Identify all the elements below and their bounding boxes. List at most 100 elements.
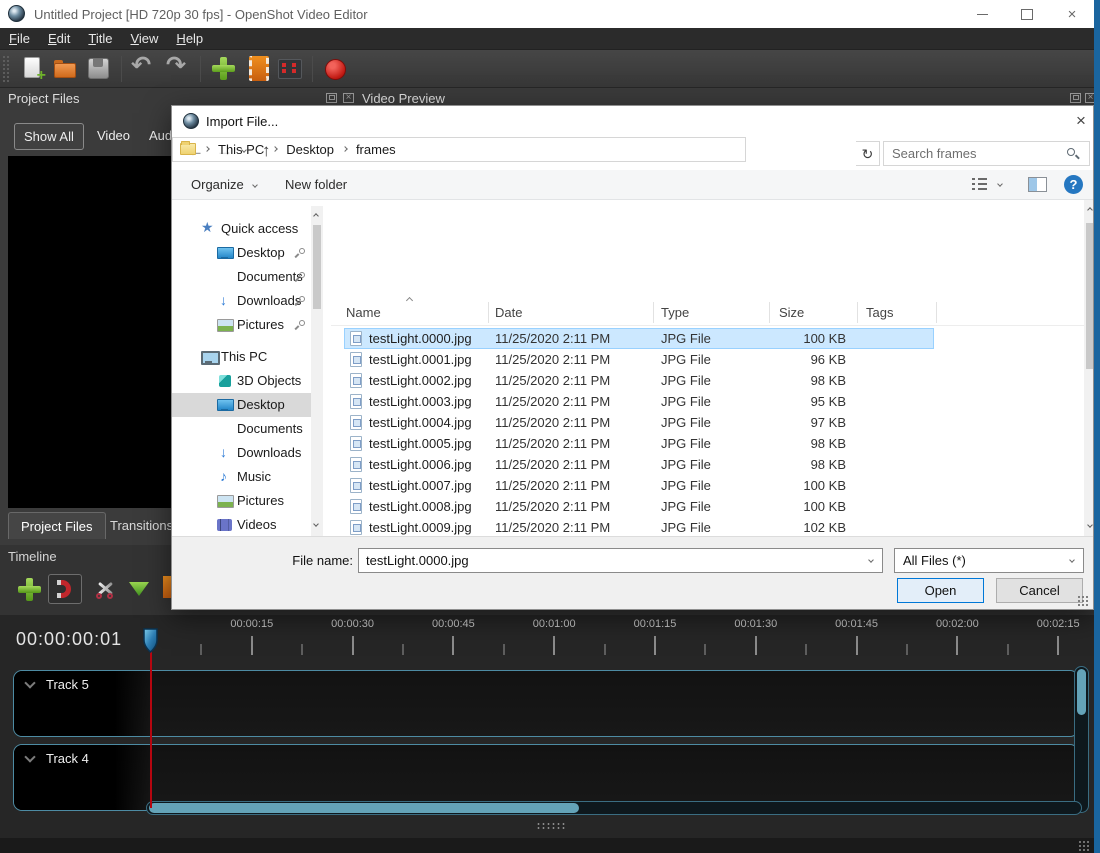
search-box[interactable] (883, 141, 1090, 166)
sidebar-item-downloads[interactable]: Downloads (172, 289, 311, 313)
file-list-scrollbar-thumb[interactable] (1086, 223, 1093, 369)
sidebar-item-pictures[interactable]: Pictures (172, 313, 311, 337)
column-header-type[interactable]: Type (661, 305, 689, 320)
sidebar-item-this-pc[interactable]: This PC (172, 345, 311, 369)
tab-transitions[interactable]: Transitions (98, 512, 171, 539)
import-files-button[interactable] (210, 55, 237, 82)
export-video-button[interactable] (322, 55, 349, 82)
file-name-input[interactable] (366, 550, 856, 571)
sidebar-item-3d-objects[interactable]: 3D Objects (172, 369, 311, 393)
vertical-scrollbar-thumb[interactable] (1077, 669, 1086, 715)
timeline-vertical-scrollbar[interactable] (1074, 666, 1089, 813)
scroll-up-icon[interactable] (1087, 207, 1093, 213)
sidebar-item-quick-access[interactable]: Quick access (172, 217, 311, 241)
column-header-size[interactable]: Size (779, 305, 804, 320)
timeline-horizontal-scrollbar[interactable] (146, 801, 1082, 815)
breadcrumb-segment[interactable]: This PC (212, 142, 270, 157)
file-row[interactable]: testLight.0003.jpg11/25/2020 2:11 PMJPG … (331, 391, 1084, 412)
file-list-scrollbar[interactable] (1084, 200, 1093, 536)
file-row[interactable]: testLight.0000.jpg11/25/2020 2:11 PMJPG … (331, 328, 1084, 349)
refresh-button[interactable]: ↻ (856, 141, 880, 166)
scroll-down-icon[interactable] (313, 521, 319, 527)
menu-file[interactable]: File (0, 28, 39, 50)
sidebar-scrollbar[interactable] (311, 206, 323, 536)
open-button[interactable]: Open (897, 578, 984, 603)
add-track-button[interactable] (12, 574, 46, 604)
change-view-icon[interactable] (972, 178, 987, 191)
dialog-resize-grip[interactable] (1077, 595, 1089, 607)
filter-audio-button[interactable]: Audio (140, 123, 171, 148)
close-button[interactable]: × (1055, 0, 1089, 28)
sidebar-item-desktop[interactable]: Desktop (172, 393, 311, 417)
menu-title[interactable]: Title (79, 28, 121, 50)
organize-button[interactable]: Organize (191, 177, 257, 192)
save-project-button[interactable] (85, 55, 112, 82)
breadcrumb-separator-icon[interactable] (272, 146, 278, 152)
fullscreen-button[interactable] (276, 55, 303, 82)
horizontal-scrollbar-thumb[interactable] (149, 803, 579, 813)
help-icon[interactable]: ? (1064, 175, 1083, 194)
undo-button[interactable] (131, 55, 158, 82)
scroll-up-icon[interactable] (313, 213, 319, 219)
sidebar-item-music[interactable]: Music (172, 465, 311, 489)
sidebar-item-documents[interactable]: Documents (172, 417, 311, 441)
splitter-handle[interactable] (536, 822, 566, 829)
sidebar-item-videos[interactable]: Videos (172, 513, 311, 536)
add-marker-button[interactable] (122, 574, 156, 604)
timeline-ruler[interactable]: 00:00:1500:00:3000:00:4500:01:0000:01:15… (0, 615, 1094, 665)
choose-profile-button[interactable] (243, 55, 270, 82)
float-panel-icon[interactable] (326, 93, 337, 103)
file-type-select[interactable]: All Files (*) (894, 548, 1084, 573)
new-project-button[interactable] (19, 55, 46, 82)
combo-chevron-icon[interactable] (868, 557, 874, 563)
sidebar-item-pictures[interactable]: Pictures (172, 489, 311, 513)
cancel-button[interactable]: Cancel (996, 578, 1083, 603)
minimize-button[interactable] (965, 0, 999, 28)
redo-button[interactable] (164, 55, 191, 82)
maximize-button[interactable] (1010, 0, 1044, 28)
sort-ascending-icon (406, 297, 413, 304)
view-options-chevron-icon[interactable] (997, 181, 1003, 187)
file-row[interactable]: testLight.0005.jpg11/25/2020 2:11 PMJPG … (331, 433, 1084, 454)
ruler-label: 00:01:30 (734, 618, 777, 630)
address-bar[interactable]: This PC Desktop frames (172, 137, 746, 162)
column-header-name[interactable]: Name (346, 305, 381, 320)
file-row[interactable]: testLight.0001.jpg11/25/2020 2:11 PMJPG … (331, 349, 1084, 370)
filter-show-all-button[interactable]: Show All (14, 123, 84, 150)
sidebar-item-downloads[interactable]: Downloads (172, 441, 311, 465)
window-resize-grip[interactable] (1078, 840, 1090, 852)
file-row[interactable]: testLight.0009.jpg11/25/2020 2:11 PMJPG … (331, 517, 1084, 536)
tab-project-files[interactable]: Project Files (8, 512, 106, 539)
menu-help[interactable]: Help (167, 28, 212, 50)
scroll-down-icon[interactable] (1087, 522, 1093, 528)
float-panel-icon[interactable] (1070, 93, 1081, 103)
close-panel-icon[interactable]: × (343, 93, 354, 103)
file-row[interactable]: testLight.0004.jpg11/25/2020 2:11 PMJPG … (331, 412, 1084, 433)
snapping-magnet-button[interactable] (48, 574, 82, 604)
sidebar-item-documents[interactable]: Documents (172, 265, 311, 289)
menu-edit[interactable]: Edit (39, 28, 79, 50)
new-folder-button[interactable]: New folder (285, 177, 347, 192)
file-name-combobox[interactable] (358, 548, 883, 573)
playhead-marker[interactable] (142, 627, 160, 655)
sidebar-scrollbar-thumb[interactable] (313, 225, 321, 309)
file-row[interactable]: testLight.0006.jpg11/25/2020 2:11 PMJPG … (331, 454, 1084, 475)
search-input[interactable] (892, 142, 1072, 164)
menu-view[interactable]: View (121, 28, 167, 50)
column-header-date[interactable]: Date (495, 305, 522, 320)
breadcrumb-segment[interactable]: Desktop (280, 142, 340, 157)
file-row[interactable]: testLight.0007.jpg11/25/2020 2:11 PMJPG … (331, 475, 1084, 496)
column-header-tags[interactable]: Tags (866, 305, 893, 320)
sidebar-item-desktop[interactable]: Desktop (172, 241, 311, 265)
breadcrumb-separator-icon[interactable] (342, 146, 348, 152)
file-row[interactable]: testLight.0002.jpg11/25/2020 2:11 PMJPG … (331, 370, 1084, 391)
file-row[interactable]: testLight.0008.jpg11/25/2020 2:11 PMJPG … (331, 496, 1084, 517)
preview-pane-icon[interactable] (1028, 177, 1047, 192)
toolbar-grip-handle[interactable] (2, 55, 10, 83)
razor-button[interactable] (88, 574, 122, 604)
breadcrumb-separator-icon[interactable] (204, 146, 210, 152)
dialog-close-button[interactable]: × (1068, 108, 1094, 134)
filter-video-button[interactable]: Video (88, 123, 139, 148)
open-project-button[interactable] (52, 55, 79, 82)
breadcrumb-segment[interactable]: frames (350, 142, 402, 157)
